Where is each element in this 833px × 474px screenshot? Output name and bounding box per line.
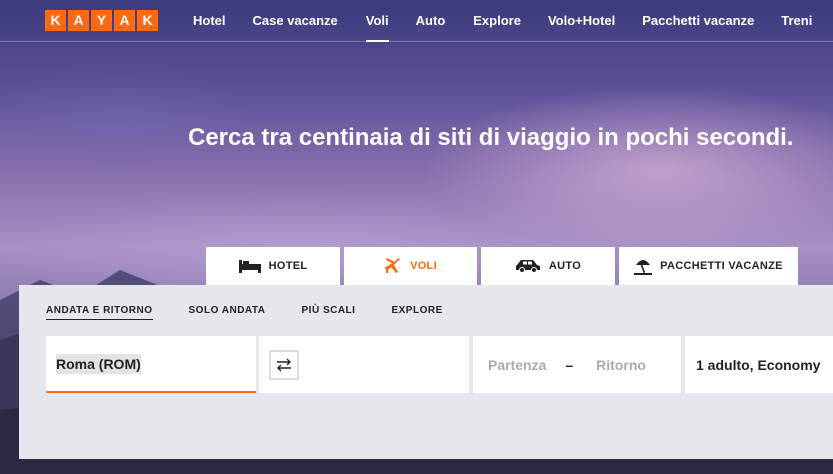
nav-item-volo-hotel[interactable]: Volo+Hotel xyxy=(548,0,615,42)
nav-item-case-vacanze[interactable]: Case vacanze xyxy=(253,0,338,42)
tab-hotel-label: HOTEL xyxy=(268,260,308,272)
nav-item-hotel[interactable]: Hotel xyxy=(193,0,226,42)
tab-voli[interactable]: VOLI xyxy=(344,247,477,285)
trip-type-multi-city[interactable]: PIÙ SCALI xyxy=(302,305,356,320)
trip-type-one-way[interactable]: SOLO ANDATA xyxy=(189,305,266,320)
swap-arrows-icon xyxy=(277,358,291,372)
bed-icon xyxy=(238,260,261,273)
swap-airports-button[interactable] xyxy=(269,350,299,380)
travelers-field[interactable]: 1 adulto, Economy xyxy=(685,336,833,393)
travelers-value[interactable]: 1 adulto, Economy xyxy=(696,357,820,373)
car-icon xyxy=(515,260,540,273)
top-navigation-bar: K A Y A K Hotel Case vacanze Voli Auto E… xyxy=(0,0,833,42)
dates-field[interactable]: Partenza – Ritorno xyxy=(473,336,681,393)
tab-pacchetti-label: PACCHETTI VACANZE xyxy=(660,260,783,272)
nav-item-explore[interactable]: Explore xyxy=(473,0,521,42)
plane-icon xyxy=(384,258,401,273)
origin-field[interactable]: Roma (ROM) xyxy=(46,336,299,393)
tab-voli-label: VOLI xyxy=(410,260,437,272)
date-separator: – xyxy=(565,356,574,373)
return-date[interactable]: Ritorno xyxy=(596,357,646,373)
kayak-logo[interactable]: K A Y A K xyxy=(45,10,158,31)
departure-date[interactable]: Partenza xyxy=(488,357,546,373)
search-panel: ANDATA E RITORNO SOLO ANDATA PIÙ SCALI E… xyxy=(19,285,833,459)
logo-letter: A xyxy=(114,10,135,31)
tab-auto-label: AUTO xyxy=(548,260,582,272)
nav-item-voli[interactable]: Voli xyxy=(365,0,389,42)
logo-letter: Y xyxy=(91,10,112,31)
nav-item-pacchetti-vacanze[interactable]: Pacchetti vacanze xyxy=(642,0,754,42)
origin-value[interactable]: Roma (ROM) xyxy=(56,353,141,374)
logo-letter: K xyxy=(45,10,66,31)
logo-letter: A xyxy=(68,10,89,31)
tab-auto[interactable]: AUTO xyxy=(481,247,615,285)
trip-type-tabs: ANDATA E RITORNO SOLO ANDATA PIÙ SCALI E… xyxy=(46,305,479,320)
vertical-tabs: HOTEL VOLI AUTO PACCHETTI VACANZE xyxy=(206,247,798,285)
main-nav: Hotel Case vacanze Voli Auto Explore Vol… xyxy=(193,0,833,42)
hero-headline: Cerca tra centinaia di siti di viaggio i… xyxy=(188,124,794,151)
nav-item-treni[interactable]: Treni xyxy=(781,0,812,42)
beach-umbrella-icon xyxy=(634,260,653,275)
logo-letter: K xyxy=(137,10,158,31)
tab-hotel[interactable]: HOTEL xyxy=(206,247,340,285)
tab-pacchetti-vacanze[interactable]: PACCHETTI VACANZE xyxy=(619,247,798,285)
nav-item-auto[interactable]: Auto xyxy=(416,0,446,42)
trip-type-round-trip[interactable]: ANDATA E RITORNO xyxy=(46,305,153,320)
trip-type-explore[interactable]: EXPLORE xyxy=(391,305,442,320)
